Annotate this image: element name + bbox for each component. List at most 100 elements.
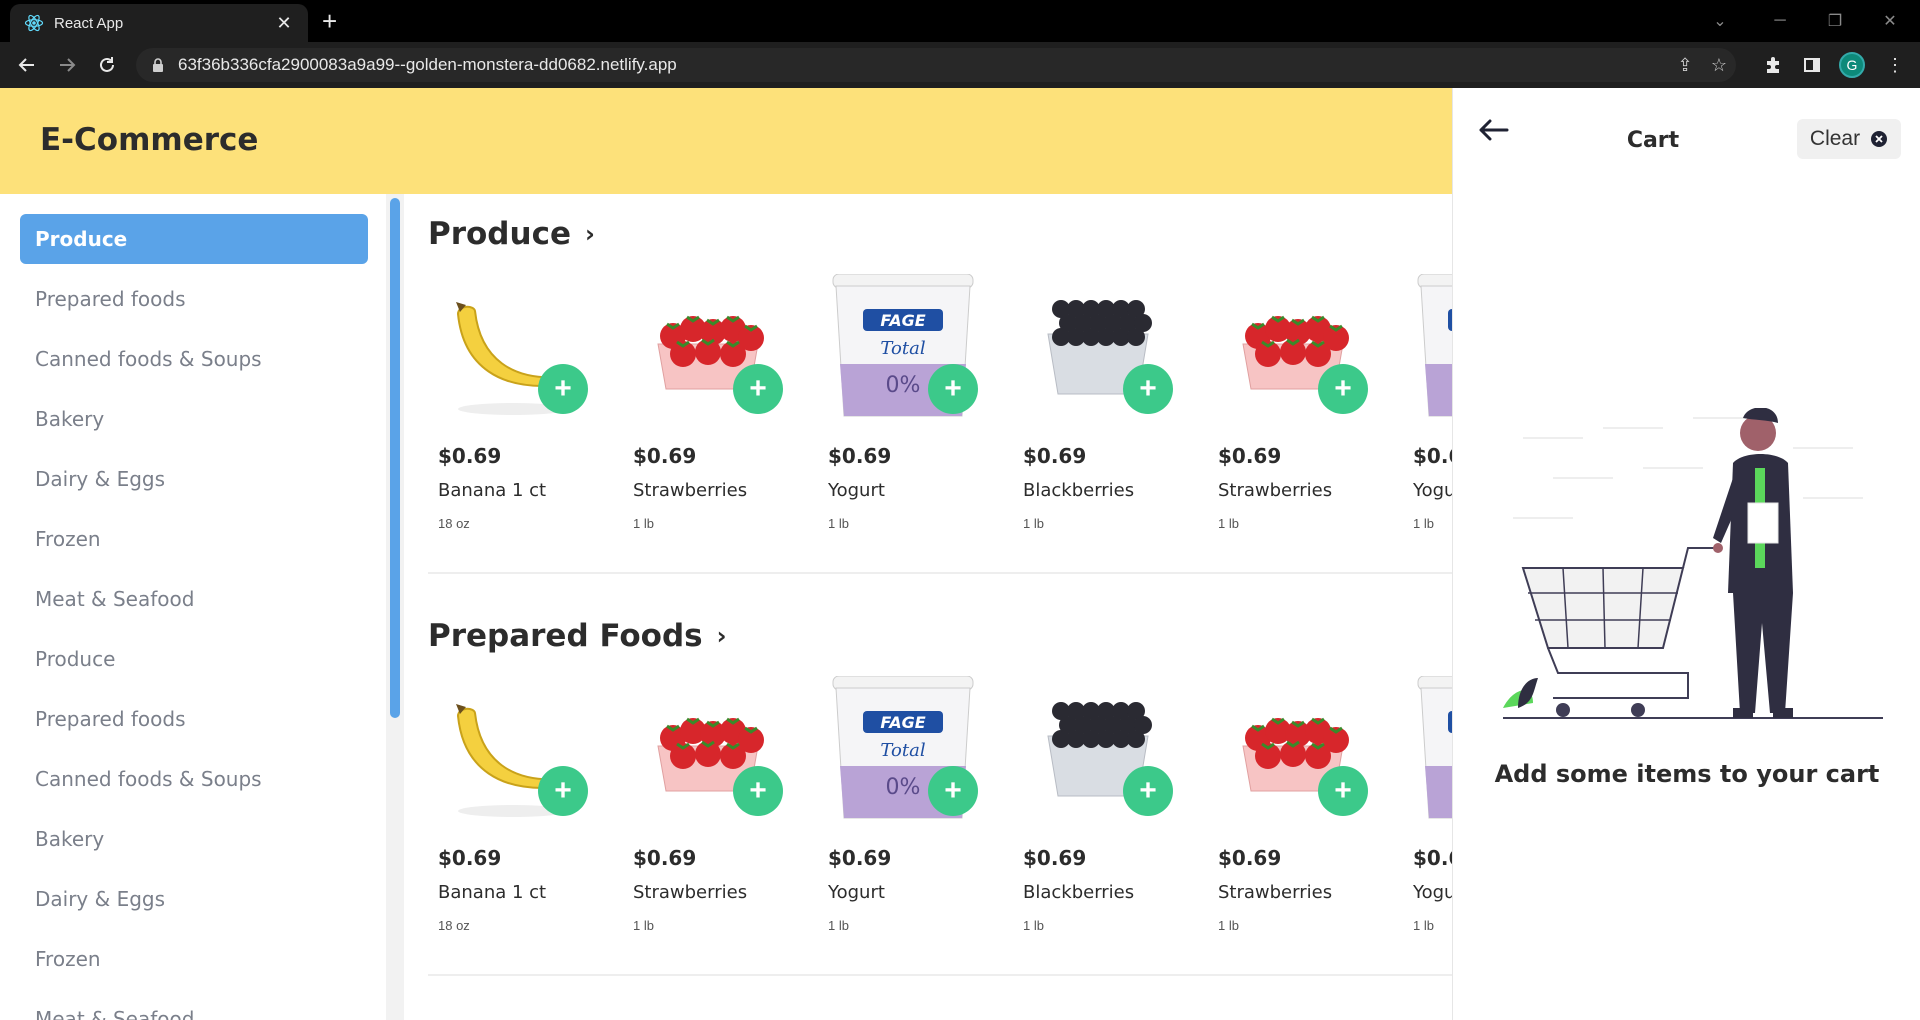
- product-size: 1 lb: [1023, 918, 1044, 933]
- product-card[interactable]: FAGE Total 0% + $0.69 Yogurt 1 lb: [818, 675, 988, 946]
- add-to-cart-button[interactable]: +: [1123, 364, 1173, 414]
- sidebar-item-produce[interactable]: Produce: [20, 214, 368, 264]
- restore-icon[interactable]: ❐: [1805, 0, 1865, 42]
- product-card[interactable]: + $0.69 Strawberries 1 lb: [623, 676, 793, 946]
- product-card[interactable]: + $0.69 Banana 1 ct 18 oz: [428, 676, 598, 946]
- product-card[interactable]: + $0.69 Banana 1 ct 18 oz: [428, 274, 598, 544]
- product-price: $0.69: [828, 846, 892, 870]
- svg-text:0%: 0%: [886, 775, 921, 800]
- chevron-right-icon[interactable]: ›: [585, 220, 595, 248]
- sidebar-item-bakery[interactable]: Bakery: [20, 814, 368, 864]
- product-price: $0.69: [1413, 444, 1452, 468]
- side-panel-icon[interactable]: [1797, 50, 1827, 80]
- sidebar-item-frozen[interactable]: Frozen: [20, 514, 368, 564]
- browser-tab[interactable]: React App ✕: [10, 4, 308, 42]
- svg-text:Total: Total: [880, 338, 925, 359]
- sidebar-item-bakery[interactable]: Bakery: [20, 394, 368, 444]
- svg-text:Total: Total: [880, 740, 925, 761]
- chevron-right-icon[interactable]: ›: [717, 622, 727, 650]
- product-name: Yogurt: [1413, 480, 1452, 501]
- sidebar-item-canned-foods-soups[interactable]: Canned foods & Soups: [20, 754, 368, 804]
- sidebar-item-produce[interactable]: Produce: [20, 634, 368, 684]
- sidebar-item-meat-seafood[interactable]: Meat & Seafood: [20, 994, 368, 1020]
- clear-cart-button[interactable]: Clear: [1797, 119, 1901, 159]
- product-card[interactable]: + $0.69 Blackberries 1 lb: [1013, 676, 1183, 946]
- close-window-icon[interactable]: ✕: [1860, 0, 1920, 42]
- category-sidebar: Produce Prepared foods Canned foods & Soup…: [0, 194, 386, 1020]
- sidebar-item-dairy-eggs[interactable]: Dairy & Eggs: [20, 874, 368, 924]
- product-name: Strawberries: [1218, 480, 1333, 501]
- extensions-icon[interactable]: [1758, 50, 1788, 80]
- sidebar-item-prepared-foods[interactable]: Prepared foods: [20, 274, 368, 324]
- product-size: 1 lb: [828, 516, 849, 531]
- product-size: 1 lb: [828, 918, 849, 933]
- url-text: 63f36b336cfa2900083a9a99--golden-monster…: [178, 55, 677, 74]
- address-bar[interactable]: 63f36b336cfa2900083a9a99--golden-monster…: [136, 48, 1736, 82]
- product-card[interactable]: FAGETotal0%+$0.69Yogurt1 lb: [1403, 273, 1452, 544]
- product-card[interactable]: FAGETotal0%+$0.69Yogurt1 lb: [1403, 675, 1452, 946]
- add-to-cart-button[interactable]: +: [538, 364, 588, 414]
- product-size: 1 lb: [1413, 918, 1434, 933]
- reload-icon[interactable]: [92, 50, 122, 80]
- lock-icon: [153, 58, 163, 72]
- sidebar-item-dairy-eggs[interactable]: Dairy & Eggs: [20, 454, 368, 504]
- product-name: Blackberries: [1023, 480, 1135, 501]
- new-tab-button[interactable]: +: [322, 8, 337, 34]
- svg-text:FAGE: FAGE: [880, 713, 925, 732]
- add-to-cart-button[interactable]: +: [538, 766, 588, 816]
- minimize-icon[interactable]: ─: [1750, 0, 1810, 42]
- product-price: $0.69: [633, 444, 697, 468]
- share-icon[interactable]: ⇪: [1668, 50, 1702, 80]
- add-to-cart-button[interactable]: +: [928, 364, 978, 414]
- tab-title: React App: [54, 14, 124, 32]
- add-to-cart-button[interactable]: +: [1318, 364, 1368, 414]
- product-card[interactable]: + $0.69 Strawberries 1 lb: [1208, 676, 1378, 946]
- profile-avatar[interactable]: G: [1839, 52, 1865, 78]
- section-title-text: Prepared Foods: [428, 618, 703, 654]
- product-content: Produce › + $0.69 Banana 1 ct 18 oz + $0.69 Stra…: [404, 194, 1452, 1020]
- product-size: 1 lb: [1218, 516, 1239, 531]
- product-card[interactable]: FAGETotal0%+$0.69Yogurt1 lb: [818, 273, 988, 544]
- close-tab-icon[interactable]: ✕: [274, 13, 294, 34]
- bookmark-star-icon[interactable]: ☆: [1702, 50, 1736, 80]
- product-name: Blackberries: [1023, 882, 1135, 903]
- browser-tab-bar: React App ✕ + ⌄ ─ ❐ ✕: [0, 0, 1920, 42]
- cart-panel: Cart Clear Add some items to your cart: [1452, 88, 1920, 1020]
- empty-cart-message: Add some items to your cart: [1494, 760, 1880, 788]
- product-name: Strawberries: [633, 480, 748, 501]
- browser-toolbar: 63f36b336cfa2900083a9a99--golden-monster…: [0, 42, 1920, 88]
- add-to-cart-button[interactable]: +: [1318, 766, 1368, 816]
- sidebar-item-meat-seafood[interactable]: Meat & Seafood: [20, 574, 368, 624]
- sidebar-scroll-thumb[interactable]: [390, 198, 400, 718]
- section-title[interactable]: Prepared Foods ›: [428, 618, 727, 654]
- product-image: FAGETotal0%: [1413, 273, 1452, 424]
- product-card[interactable]: + $0.69 Strawberries 1 lb: [1208, 274, 1378, 544]
- brand-title: E-Commerce: [40, 122, 259, 158]
- product-name: Strawberries: [1218, 882, 1333, 903]
- product-name: Banana 1 ct: [438, 480, 547, 501]
- product-card[interactable]: + $0.69 Blackberries 1 lb: [1013, 274, 1183, 544]
- product-price: $0.69: [828, 444, 892, 468]
- menu-icon[interactable]: ⋮: [1880, 50, 1910, 80]
- product-size: 1 lb: [1218, 918, 1239, 933]
- add-to-cart-button[interactable]: +: [1123, 766, 1173, 816]
- product-name: Yogurt: [828, 882, 885, 903]
- back-icon[interactable]: [12, 50, 42, 80]
- add-to-cart-button[interactable]: +: [928, 766, 978, 816]
- section-divider: [428, 572, 1452, 574]
- sidebar-item-canned-foods-soups[interactable]: Canned foods & Soups: [20, 334, 368, 384]
- product-price: $0.69: [1023, 444, 1087, 468]
- add-to-cart-button[interactable]: +: [733, 364, 783, 414]
- product-price: $0.69: [633, 846, 697, 870]
- product-card[interactable]: + $0.69 Strawberries 1 lb: [623, 274, 793, 544]
- svg-text:0%: 0%: [886, 373, 921, 398]
- sidebar-item-prepared-foods[interactable]: Prepared foods: [20, 694, 368, 744]
- cart-title: Cart: [1626, 128, 1680, 153]
- product-size: 1 lb: [1413, 516, 1434, 531]
- forward-icon[interactable]: [52, 50, 82, 80]
- app-header: E-Commerce: [0, 88, 1452, 194]
- add-to-cart-button[interactable]: +: [733, 766, 783, 816]
- sidebar-item-frozen[interactable]: Frozen: [20, 934, 368, 984]
- tab-search-icon[interactable]: ⌄: [1690, 0, 1750, 42]
- section-title[interactable]: Produce ›: [428, 216, 595, 252]
